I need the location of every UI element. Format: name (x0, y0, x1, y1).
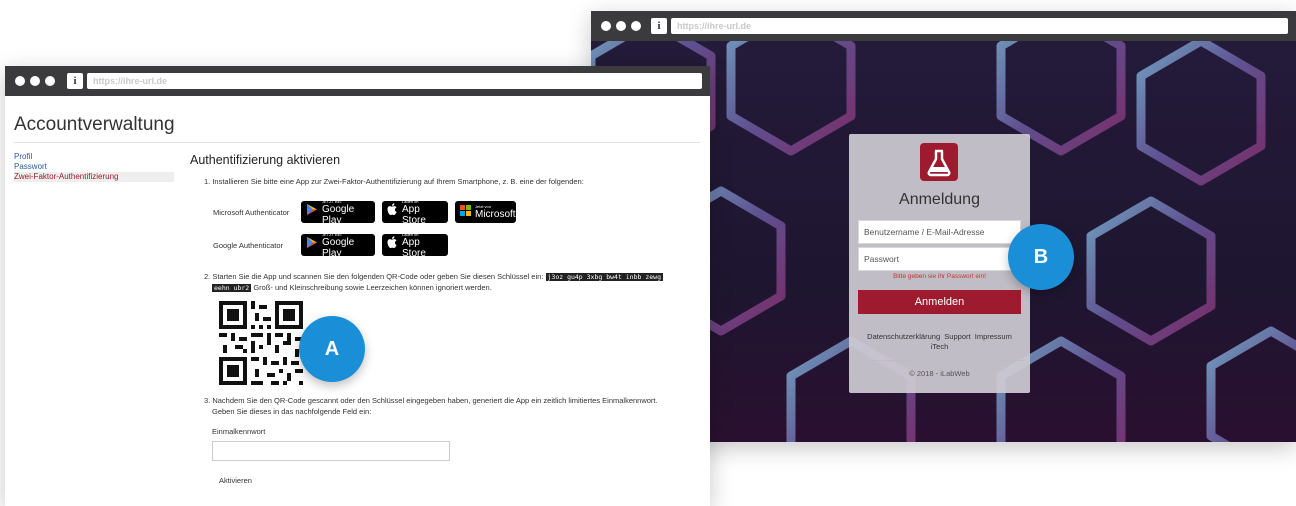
password-error: Bitte geben sie ihr Passwort ein! (893, 273, 986, 280)
section-title: Authentifizierung aktivieren (190, 153, 341, 167)
browser-toolbar: i https://ihre-url.de (5, 66, 710, 96)
app-label-google: Google Authenticator (213, 241, 284, 250)
apple-icon (387, 236, 398, 254)
window-controls[interactable] (601, 21, 641, 31)
window-controls[interactable] (15, 76, 55, 86)
microsoft-store-badge[interactable]: Jetzt von Microsoft (455, 201, 516, 223)
windows-icon (460, 203, 471, 221)
imprint-link[interactable]: Impressum (975, 332, 1012, 341)
step-2-text: 2. Starten Sie die App und scannen Sie d… (204, 272, 694, 282)
app-store-badge[interactable]: Laden im App Store (382, 232, 448, 259)
divider (14, 142, 700, 143)
badge-store-name: App Store (402, 236, 426, 259)
otp-label: Einmalkennwort (212, 427, 266, 436)
info-icon[interactable]: i (67, 73, 83, 89)
login-button[interactable]: Anmelden (858, 290, 1021, 314)
login-title: Anmeldung (899, 191, 980, 208)
step-3-text: 3. Nachdem Sie den QR-Code gescannt oder… (204, 396, 658, 405)
callout-a: A (299, 316, 365, 382)
copyright: © 2018 - iLabWeb (855, 360, 1024, 378)
otp-input[interactable] (212, 441, 450, 461)
badge-store-name: Google Play (322, 236, 355, 259)
window-dot[interactable] (616, 21, 626, 31)
window-dot[interactable] (45, 76, 55, 86)
app-label-microsoft: Microsoft Authenticator (213, 208, 290, 217)
browser-toolbar: i https://ihre-url.de (591, 11, 1296, 41)
username-field[interactable]: Benutzername / E-Mail-Adresse (858, 220, 1021, 244)
url-bar[interactable]: https://ihre-url.de (671, 18, 1288, 34)
window-dot[interactable] (631, 21, 641, 31)
google-play-badge[interactable]: JETZT BEI Google Play (301, 232, 375, 259)
info-icon[interactable]: i (651, 18, 667, 34)
secret-key: j3oz gu4p 3xbg bw4t inbb zewg (545, 273, 663, 281)
page-title: Accountverwaltung (14, 114, 175, 135)
url-bar[interactable]: https://ihre-url.de (87, 73, 702, 89)
footer-links: Datenschutzerklärung Support Impressum i… (849, 332, 1030, 352)
step-2-prefix: 2. Starten Sie die App und scannen Sie d… (204, 272, 544, 281)
support-link[interactable]: Support (944, 332, 970, 341)
badge-store-name: Google Play (322, 203, 355, 226)
sidebar-item-two-factor[interactable]: Zwei-Faktor-Authentifizierung (14, 172, 174, 182)
activate-button[interactable]: Aktivieren (219, 476, 252, 486)
password-field[interactable]: Passwort (858, 247, 1021, 271)
sidebar-item-profile[interactable]: Profil (14, 152, 174, 162)
play-icon (306, 203, 318, 221)
step-1-text: 1. Installieren Sie bitte eine App zur Z… (204, 177, 584, 186)
itech-link[interactable]: iTech (931, 342, 949, 351)
step-2-text-cont: eehn ubr2 Groß- und Kleinschreibung sowi… (212, 283, 702, 293)
account-browser-window: i https://ihre-url.de Accountverwaltung … (5, 66, 710, 506)
flask-icon (920, 143, 958, 181)
callout-b: B (1008, 224, 1074, 290)
badge-store-name: Microsoft (475, 209, 516, 220)
app-store-badge[interactable]: Laden im App Store (382, 199, 448, 226)
login-panel: Anmeldung Benutzername / E-Mail-Adresse … (849, 134, 1030, 393)
window-dot[interactable] (601, 21, 611, 31)
apple-icon (387, 203, 398, 221)
google-play-badge[interactable]: JETZT BEI Google Play (301, 199, 375, 226)
privacy-link[interactable]: Datenschutzerklärung (867, 332, 940, 341)
sidebar-item-password[interactable]: Passwort (14, 162, 174, 172)
play-icon (306, 236, 318, 254)
window-dot[interactable] (30, 76, 40, 86)
secret-key-cont: eehn ubr2 (212, 284, 252, 292)
step-2-suffix: Groß- und Kleinschreibung sowie Leerzeic… (253, 283, 492, 292)
window-dot[interactable] (15, 76, 25, 86)
step-3-text-cont: Geben Sie dieses in das nachfolgende Fel… (212, 407, 372, 416)
sidebar-nav: Profil Passwort Zwei-Faktor-Authentifizi… (14, 152, 174, 182)
badge-store-name: App Store (402, 203, 426, 226)
qr-code (219, 301, 303, 385)
